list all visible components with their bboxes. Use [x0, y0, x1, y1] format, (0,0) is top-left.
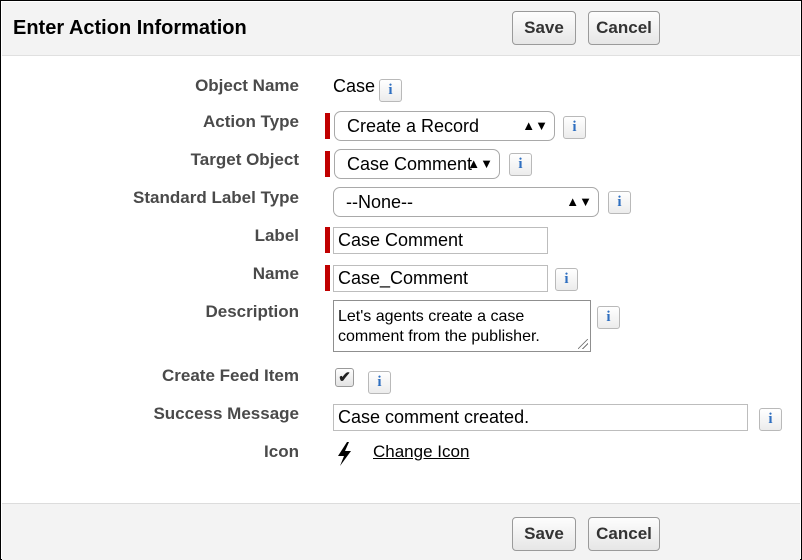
target-object-label: Target Object: [190, 150, 299, 169]
label-input[interactable]: Case Comment: [333, 227, 548, 254]
target-object-info-icon[interactable]: i: [509, 153, 532, 176]
lightning-bolt-icon: [338, 442, 351, 466]
select-arrows-icon: ▲▼: [566, 194, 592, 209]
footer-save-button[interactable]: Save: [512, 517, 576, 551]
standard-label-type-label: Standard Label Type: [133, 188, 299, 207]
name-info-icon[interactable]: i: [555, 268, 578, 291]
page-title: Enter Action Information: [13, 17, 247, 39]
footer-cancel-button[interactable]: Cancel: [588, 517, 660, 551]
description-label: Description: [205, 302, 299, 321]
label-required-indicator: [325, 227, 330, 253]
panel-footer: Save Cancel: [2, 503, 800, 560]
create-feed-item-checkbox[interactable]: ✔: [335, 368, 354, 387]
name-input[interactable]: Case_Comment: [333, 265, 548, 292]
save-button[interactable]: Save: [512, 11, 576, 45]
name-field-label: Name: [252, 264, 299, 283]
label-field-label: Label: [254, 226, 299, 245]
action-type-required-indicator: [325, 113, 330, 139]
create-feed-item-label: Create Feed Item: [162, 366, 299, 385]
icon-label: Icon: [264, 442, 299, 461]
standard-label-type-selected-value: --None--: [346, 192, 414, 212]
select-arrows-icon: ▲▼: [467, 156, 493, 171]
action-type-info-icon[interactable]: i: [563, 116, 586, 139]
target-object-selected-value: Case Comment: [347, 154, 473, 174]
action-type-selected-value: Create a Record: [347, 116, 480, 136]
standard-label-type-info-icon[interactable]: i: [608, 191, 631, 214]
description-text: Let's agents create a case comment from …: [338, 308, 540, 345]
object-name-value: Case: [333, 76, 376, 96]
success-message-info-icon[interactable]: i: [759, 408, 782, 431]
name-required-indicator: [325, 265, 330, 291]
standard-label-type-select[interactable]: --None-- ▲▼: [333, 187, 599, 217]
description-info-icon[interactable]: i: [597, 306, 620, 329]
cancel-button[interactable]: Cancel: [588, 11, 660, 45]
action-type-select[interactable]: Create a Record ▲▼: [334, 111, 555, 141]
create-feed-item-info-icon[interactable]: i: [368, 371, 391, 394]
change-icon-link[interactable]: Change Icon: [373, 442, 469, 462]
resize-handle-icon[interactable]: [578, 339, 588, 349]
select-arrows-icon: ▲▼: [522, 118, 548, 133]
target-object-select[interactable]: Case Comment ▲▼: [334, 149, 500, 179]
object-name-label: Object Name: [195, 76, 299, 95]
success-message-input[interactable]: Case comment created.: [333, 404, 748, 431]
target-object-required-indicator: [325, 151, 330, 177]
description-textarea[interactable]: Let's agents create a case comment from …: [333, 300, 591, 352]
success-message-label: Success Message: [153, 404, 299, 423]
action-type-label: Action Type: [202, 112, 299, 131]
panel-header: Enter Action Information Save Cancel: [2, 2, 800, 56]
object-name-info-icon[interactable]: i: [379, 79, 402, 102]
action-information-panel: Enter Action Information Save Cancel Obj…: [0, 0, 802, 560]
